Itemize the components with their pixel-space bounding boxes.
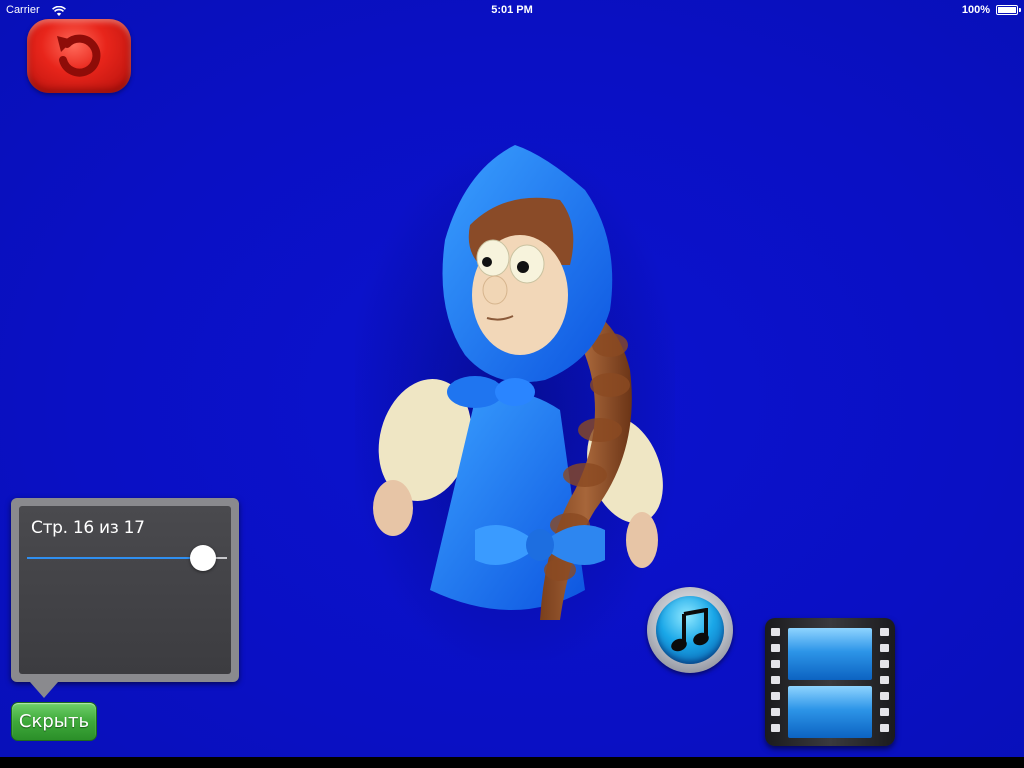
app-screen: Carrier 5:01 PM 100% Стр. 16 из 17 Скрыт… [0, 0, 1024, 768]
page-navigator-body: Стр. 16 из 17 [19, 506, 231, 674]
back-button[interactable] [27, 19, 131, 93]
page-navigator-panel: Стр. 16 из 17 [11, 498, 239, 682]
page-counter-label: Стр. 16 из 17 [31, 518, 145, 538]
status-time: 5:01 PM [491, 4, 533, 16]
battery-icon [996, 5, 1021, 15]
music-button[interactable] [647, 587, 733, 673]
undo-arrow-icon [57, 34, 101, 77]
status-bar: Carrier 5:01 PM 100% [0, 0, 1024, 20]
panel-pointer [30, 682, 58, 698]
page-slider-thumb[interactable] [190, 545, 216, 571]
page-slider-fill [27, 557, 203, 559]
hide-button[interactable]: Скрыть [11, 702, 97, 741]
bottom-bar [0, 757, 1024, 768]
page-slider[interactable] [27, 545, 227, 571]
music-button-face [656, 596, 724, 664]
battery-percentage: 100% [961, 4, 990, 16]
video-button[interactable] [765, 618, 895, 746]
clay-figure-illustration [345, 130, 685, 680]
music-note-icon [671, 608, 709, 652]
